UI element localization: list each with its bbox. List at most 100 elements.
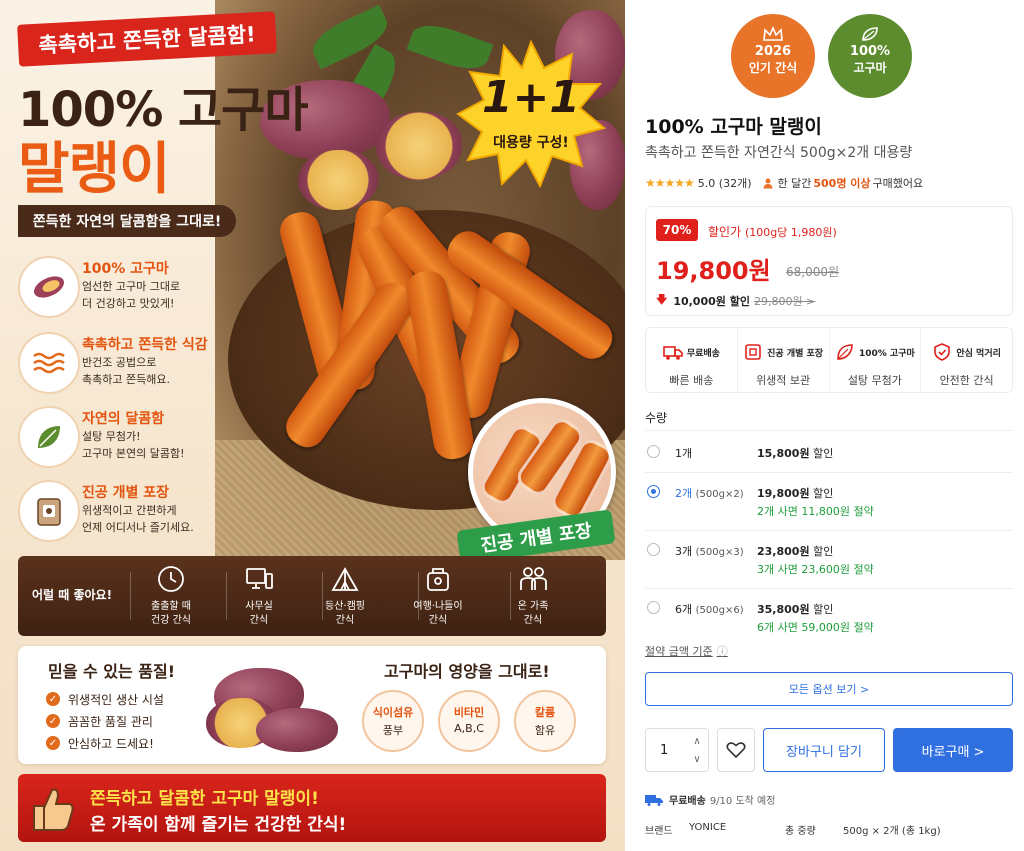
quality-section: 믿을 수 있는 품질! ✓ 위생적인 생산 시설 ✓ 꼼꼼한 품질 관리 ✓ 안심하고…: [18, 646, 606, 764]
option-radio[interactable]: [647, 543, 660, 556]
feature-item: 100% 고구마 엄선한 고구마 그대로 더 건강하고 맛있게!: [18, 256, 218, 320]
option-name: 6개 (500g×6): [675, 603, 744, 616]
quality-item: ✓ 꼼꼼한 품질 관리: [46, 710, 164, 732]
usage-item: 사무실 간식: [214, 564, 304, 632]
check-icon: ✓: [46, 714, 60, 728]
option-row[interactable]: 1개 15,800원 할인: [645, 430, 1013, 472]
check-icon: ✓: [46, 692, 60, 706]
purchase-panel: 2026 인기 간식 100% 고구마 100% 고구마 말랭이 촉촉하고 쫀득…: [625, 0, 1024, 851]
feature-item: 자연의 달콤함 설탕 무첨가! 고구마 본연의 달콤함!: [18, 406, 218, 470]
option-row[interactable]: 2개 (500g×2) 19,800원 할인 2개 사면 11,800원 절약: [645, 472, 1013, 530]
nutrition-badge: 비타민 A,B,C: [438, 690, 500, 752]
crown-icon: [763, 26, 783, 41]
user-icon: [763, 178, 772, 189]
option-row[interactable]: 3개 (500g×3) 23,800원 할인 3개 사면 23,600원 절약: [645, 530, 1013, 588]
chevron-down-icon[interactable]: ∨: [690, 753, 704, 767]
truck-icon: [645, 794, 663, 806]
nutrition-title: 고구마의 영양을 그대로!: [384, 662, 550, 681]
brand-label: 브랜드: [645, 826, 673, 837]
brand-value: YONICE: [689, 822, 727, 833]
truck-icon: [663, 346, 683, 360]
feature-title: 촉촉하고 쫀득한 식감: [82, 337, 208, 353]
option-price: 19,800원 할인: [757, 487, 834, 500]
quantity-stepper[interactable]: 1 ∧ ∨: [645, 728, 709, 772]
option-radio-selected[interactable]: [647, 485, 660, 498]
price-box: 70% 할인가 (100g당 1,980원) 19,800원 68,000원 🡇…: [645, 206, 1013, 316]
feature-title: 자연의 달콤함: [82, 411, 165, 427]
wishlist-button[interactable]: [717, 728, 755, 772]
discount-badge: 70%: [656, 219, 698, 241]
weight-value: 500g × 2개 (총 1kg): [843, 826, 941, 837]
leaf-icon: [837, 344, 853, 360]
check-icon: ✓: [46, 736, 60, 750]
monitor-icon: [246, 568, 273, 589]
feature-title: 진공 개별 포장: [82, 485, 170, 501]
option-price: 15,800원 할인: [757, 447, 834, 460]
product-subtitle: 촉촉하고 쫀득한 자연간식 500g×2개 대용량: [645, 145, 913, 161]
option-saving: 3개 사면 23,600원 절약: [757, 563, 874, 576]
family-icon: [520, 567, 547, 590]
bag-icon: [427, 568, 449, 591]
banner-subtitle: 쫀득한 자연의 달콤함을 그대로!: [18, 205, 236, 237]
tent-icon: [331, 567, 359, 591]
nutrition-badge: 칼륨 함유: [514, 690, 576, 752]
option-name: 3개 (500g×3): [675, 545, 744, 558]
benefit-item: 안심 먹거리 안전한 간식: [920, 328, 1012, 392]
benefit-strip: 무료배송 빠른 배송 진공 개별 포장 위생적 보관 100% 고구마 설탕 무…: [645, 327, 1013, 393]
purchase-count: 한 달간 500명 이상 구매했어요: [762, 175, 923, 191]
saving-criteria-link[interactable]: 절약 금액 기준 ⓘ: [645, 643, 728, 659]
original-price: 68,000원: [786, 265, 840, 279]
option-radio[interactable]: [647, 601, 660, 614]
sweet-potato-image: [256, 708, 338, 752]
quantity-value[interactable]: 1: [660, 743, 668, 758]
quantity-label: 수량: [645, 411, 668, 425]
rating-row: ★★★★★ 5.0 (32개) 한 달간 500명 이상 구매했어요: [645, 175, 923, 191]
product-page: 촉촉하고 쫀득한 달콤함! 100% 고구마 말랭이 쫀득한 자연의 달콤함을 …: [0, 0, 1024, 851]
shipping-info: 무료배송 9/10 도착 예정: [645, 792, 775, 807]
feature-desc: 위생적이고 간편하게 언제 어디서나 즐기세요.: [82, 504, 194, 534]
feature-title: 100% 고구마: [82, 261, 169, 277]
banner-subtitle-text: 쫀득한 자연의 달콤함을 그대로!: [32, 214, 222, 230]
chevron-up-icon[interactable]: ∧: [690, 735, 704, 749]
popular-snack-badge: 2026 인기 간식: [731, 14, 815, 98]
bottom-line1: 쫀득하고 달콤한 고구마 말랭이!: [90, 789, 319, 809]
arrow-down-icon: 🡇: [656, 293, 668, 306]
usage-lead: 어럴 때 좋아요!: [32, 588, 113, 602]
tagline-text: 촉촉하고 쫀득한 달콤함!: [37, 22, 257, 58]
usage-item: 온 가족 간식: [488, 564, 578, 632]
shield-icon: [934, 343, 951, 361]
sweet-potato-cut-image: [376, 112, 462, 180]
star-rating-icon: ★★★★★: [645, 176, 695, 190]
product-banner-image: 촉촉하고 쫀득한 달콤함! 100% 고구마 말랭이 쫀득한 자연의 달콤함을 …: [0, 0, 625, 851]
sweet-potato-icon: [18, 256, 80, 318]
sweet-potato-100-badge: 100% 고구마: [828, 14, 912, 98]
info-icon[interactable]: ⓘ: [717, 645, 728, 658]
feature-item: 진공 개별 포장 위생적이고 간편하게 언제 어디서나 즐기세요.: [18, 480, 218, 544]
buy-now-button[interactable]: 바로구매 >: [893, 728, 1013, 772]
one-plus-one-burst: 1+1 대용량 구성!: [456, 40, 606, 190]
weight-label: 총 중량: [785, 826, 816, 837]
benefit-item: 100% 고구마 설탕 무첨가: [828, 328, 921, 392]
sale-label: 할인가 (100g당 1,980원): [708, 225, 837, 239]
sale-price: 19,800원: [656, 257, 771, 285]
nutrition-badge: 식이섬유 풍부: [362, 690, 424, 752]
quality-title: 믿을 수 있는 품질!: [48, 662, 176, 681]
add-to-cart-button[interactable]: 장바구니 담기: [763, 728, 885, 772]
package-icon: [18, 480, 80, 542]
quality-item: ✓ 안심하고 드세요!: [46, 732, 164, 754]
option-radio[interactable]: [647, 445, 660, 458]
burst-sub-text: 대용량 구성!: [493, 135, 569, 151]
view-all-options-button[interactable]: 모든 옵션 보기 >: [645, 672, 1013, 706]
coupon-discount[interactable]: 🡇 10,000원 할인 29,800원 >: [656, 291, 815, 310]
benefit-item: 무료배송 빠른 배송: [646, 328, 737, 392]
banner-title-line2: 말랭이: [18, 137, 171, 202]
option-saving: 2개 사면 11,800원 절약: [757, 505, 874, 518]
burst-main-text: 1+1: [481, 72, 581, 123]
option-name: 1개: [675, 447, 693, 460]
benefit-item: 진공 개별 포장 위생적 보관: [736, 328, 829, 392]
option-row[interactable]: 6개 (500g×6) 35,800원 할인 6개 사면 59,000원 절약: [645, 588, 1013, 638]
usage-bar: 어럴 때 좋아요! 출출할 때 건강 간식 사무실 간식 등산·캠핑 간식 여행·나들…: [18, 556, 606, 636]
wave-icon: [18, 332, 80, 394]
rating-text[interactable]: 5.0 (32개): [698, 175, 752, 191]
feature-item: 촉촉하고 쫀득한 식감 반건조 공법으로 촉촉하고 쫀득해요.: [18, 332, 218, 396]
